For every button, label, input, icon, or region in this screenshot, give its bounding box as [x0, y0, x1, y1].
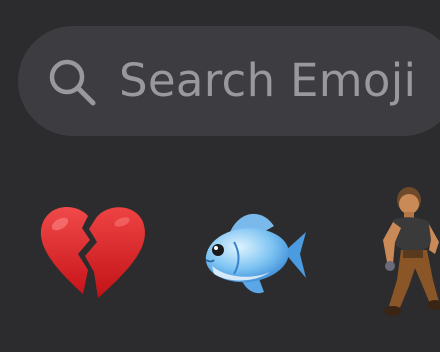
- emoji-results-grid: [0, 180, 440, 320]
- fish-emoji[interactable]: [200, 204, 310, 299]
- emoji-search-field[interactable]: Search Emoji: [18, 26, 440, 136]
- broken-heart-emoji[interactable]: [38, 202, 150, 302]
- search-placeholder: Search Emoji: [119, 54, 417, 107]
- search-icon: [46, 56, 98, 108]
- man-dancing-emoji[interactable]: [373, 184, 440, 319]
